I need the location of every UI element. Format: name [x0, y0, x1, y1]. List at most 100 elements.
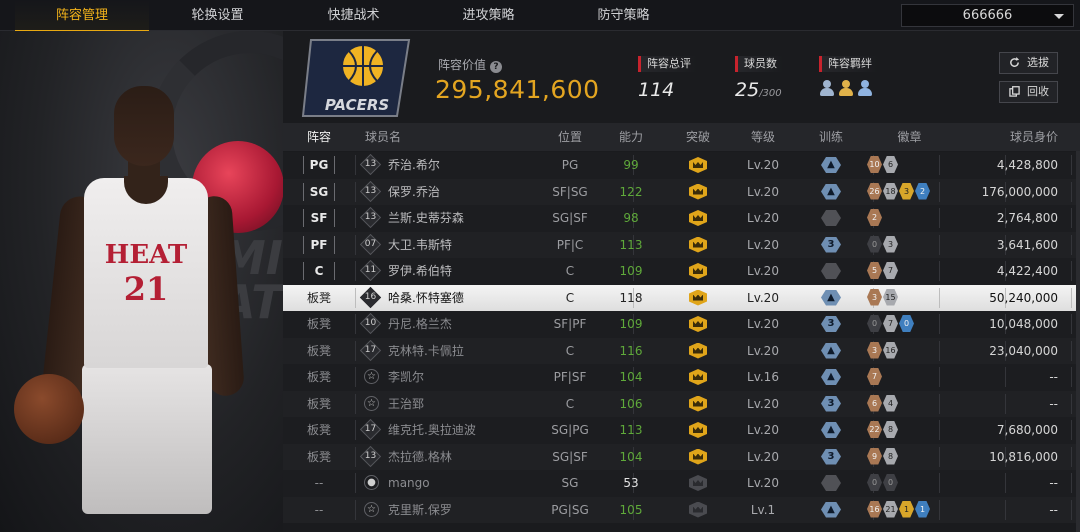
crown-icon[interactable] — [689, 263, 707, 279]
player-name[interactable]: 兰斯.史蒂芬森 — [388, 205, 464, 231]
col-name[interactable]: 球员名 — [365, 123, 401, 151]
training-icon[interactable]: ▲ — [821, 342, 841, 359]
table-row[interactable]: 板凳 16 哈桑.怀特塞德 C 118 Lv.20 ▲ 3 15 50,240,000 — [283, 284, 1080, 311]
table-row[interactable]: SF 13 兰斯.史蒂芬森 SG|SF 98 Lv.20 2 2,764,800 — [283, 205, 1080, 232]
player-name[interactable]: 大卫.韦斯特 — [388, 232, 452, 258]
col-price[interactable]: 球员身价 — [923, 123, 1058, 151]
player-name[interactable]: 哈桑.怀特塞德 — [388, 285, 464, 311]
player-name[interactable]: mango — [388, 470, 430, 496]
col-position[interactable]: 位置 — [539, 123, 601, 151]
crown-icon[interactable] — [689, 342, 707, 359]
tab-offense[interactable]: 进攻策略 — [421, 0, 556, 31]
col-level[interactable]: 等级 — [733, 123, 793, 151]
training-icon[interactable]: ▲ — [821, 183, 841, 200]
crown-icon[interactable] — [689, 475, 707, 491]
crown-icon[interactable] — [689, 395, 707, 412]
crown-icon[interactable] — [689, 236, 707, 253]
scrollbar[interactable] — [1076, 151, 1080, 532]
tab-lineup[interactable]: 阵容管理 — [15, 0, 149, 32]
training-icon[interactable]: ▲ — [821, 157, 841, 173]
crown-icon[interactable] — [689, 501, 707, 518]
crown-icon[interactable] — [689, 183, 707, 200]
badge-group[interactable]: 57 — [867, 262, 898, 279]
player-name[interactable]: 王治郅 — [388, 391, 424, 417]
person-icon: ● — [364, 475, 379, 490]
training-icon[interactable]: ▲ — [821, 369, 841, 385]
badge-group[interactable]: 03 — [867, 235, 898, 253]
badge-group[interactable]: 64 — [867, 394, 898, 412]
table-row[interactable]: PG 13 乔治.希尔 PG 99 Lv.20 ▲ 10 6 4,428,800 — [283, 152, 1080, 179]
table-row[interactable]: -- ☆ 克里斯.保罗 PG|SG 105 Lv.1 ▲ 16 21 1 1 -- — [283, 496, 1080, 523]
bond-person-icon[interactable] — [838, 80, 854, 96]
table-row[interactable]: SG 13 保罗.乔治 SF|SG 122 Lv.20 ▲ 26 18 3 2 176,000,000 — [283, 178, 1080, 205]
player-position: PF|SF — [553, 370, 587, 384]
badge-group[interactable]: 26 18 3 2 — [867, 182, 930, 200]
badge-group[interactable]: 7 — [867, 368, 882, 385]
training-icon[interactable]: ▲ — [821, 422, 841, 438]
badge-group[interactable]: 070 — [867, 315, 914, 332]
table-row[interactable]: 板凳 10 丹尼.格兰杰 SF|PF 109 Lv.20 3 0 7 0 10,048,000 — [283, 311, 1080, 338]
crown-icon[interactable] — [689, 422, 707, 438]
table-row[interactable]: -- ● mango SG 53 Lv.20 0 0 -- — [283, 470, 1080, 497]
player-name[interactable]: 保罗.乔治 — [388, 179, 440, 205]
badge-group[interactable]: 10 6 — [867, 156, 898, 173]
training-icon[interactable] — [821, 263, 841, 279]
pick-button[interactable]: 选拔 — [999, 52, 1058, 74]
badge-group[interactable]: 22 8 — [867, 421, 898, 438]
col-ability[interactable]: 能力 — [599, 123, 663, 151]
player-price: 4,422,400 — [996, 264, 1058, 278]
crown-icon[interactable] — [689, 369, 707, 385]
table-row[interactable]: 板凳 17 克林特.卡佩拉 C 116 Lv.20 ▲ 3 16 23,040,000 — [283, 337, 1080, 364]
player-name[interactable]: 丹尼.格兰杰 — [388, 311, 452, 337]
crown-icon[interactable] — [689, 210, 707, 226]
crown-icon[interactable] — [689, 289, 707, 306]
player-name[interactable]: 罗伊.希伯特 — [388, 258, 452, 284]
player-ability: 53 — [623, 476, 639, 490]
training-icon[interactable]: ▲ — [821, 501, 841, 518]
table-row[interactable]: 板凳 ☆ 李凯尔 PF|SF 104 Lv.16 ▲ 7 -- — [283, 364, 1080, 391]
training-icon[interactable]: 3 — [821, 395, 841, 412]
table-row[interactable]: 板凳 17 维克托.奥拉迪波 SG|PG 113 Lv.20 ▲ 22 8 7,680,000 — [283, 417, 1080, 444]
crown-icon[interactable] — [689, 157, 707, 173]
bond-person-icon[interactable] — [857, 80, 873, 96]
table-row[interactable]: 板凳 13 杰拉德.格林 SG|SF 104 Lv.20 3 9 8 10,816,000 — [283, 443, 1080, 470]
table-row[interactable]: C 11 罗伊.希伯特 C 109 Lv.20 5 7 4,422,400 — [283, 258, 1080, 285]
training-icon[interactable]: 3 — [821, 236, 841, 253]
badge-group[interactable]: 16 21 1 1 — [867, 500, 930, 518]
overall-value: 114 — [638, 79, 675, 101]
player-ability: 99 — [623, 158, 639, 172]
player-ability: 109 — [619, 317, 643, 331]
badge-group[interactable]: 98 — [867, 447, 898, 465]
tab-rotation[interactable]: 轮换设置 — [150, 0, 285, 31]
bond-person-icon[interactable] — [819, 80, 835, 96]
col-training[interactable]: 训练 — [801, 123, 861, 151]
player-name[interactable]: 杰拉德.格林 — [388, 444, 452, 470]
player-name[interactable]: 李凯尔 — [388, 364, 424, 390]
tab-quick-tactics[interactable]: 快捷战术 — [286, 0, 421, 31]
tab-defense[interactable]: 防守策略 — [556, 0, 691, 31]
training-icon[interactable]: 3 — [821, 316, 841, 332]
training-icon[interactable]: 3 — [821, 448, 841, 465]
training-icon[interactable] — [821, 475, 841, 491]
table-row[interactable]: PF 07 大卫.韦斯特 PF|C 113 Lv.20 3 0 3 3,641,600 — [283, 231, 1080, 258]
badge-group[interactable]: 00 — [867, 474, 898, 491]
badge-group[interactable]: 3 16 — [867, 341, 898, 359]
badge-group[interactable]: 2 — [867, 209, 882, 226]
bond-icons[interactable] — [819, 80, 878, 96]
table-row[interactable]: 板凳 ☆ 王治郅 C 106 Lv.20 3 6 4 -- — [283, 390, 1080, 417]
player-name[interactable]: 克里斯.保罗 — [388, 497, 452, 523]
help-icon[interactable]: ? — [490, 61, 503, 73]
player-name[interactable]: 维克托.奥拉迪波 — [388, 417, 476, 443]
recycle-button[interactable]: 回收 — [999, 81, 1058, 103]
col-role[interactable]: 阵容 — [283, 123, 355, 151]
player-name[interactable]: 乔治.希尔 — [388, 152, 440, 178]
badge-group[interactable]: 3 15 — [867, 288, 898, 306]
player-level: Lv.20 — [747, 396, 779, 411]
player-name[interactable]: 克林特.卡佩拉 — [388, 338, 464, 364]
training-icon[interactable] — [821, 210, 841, 226]
account-select[interactable]: 666666 — [901, 4, 1074, 27]
col-breakthrough[interactable]: 突破 — [666, 123, 730, 151]
crown-icon[interactable] — [689, 316, 707, 332]
training-icon[interactable]: ▲ — [821, 289, 841, 306]
crown-icon[interactable] — [689, 448, 707, 465]
